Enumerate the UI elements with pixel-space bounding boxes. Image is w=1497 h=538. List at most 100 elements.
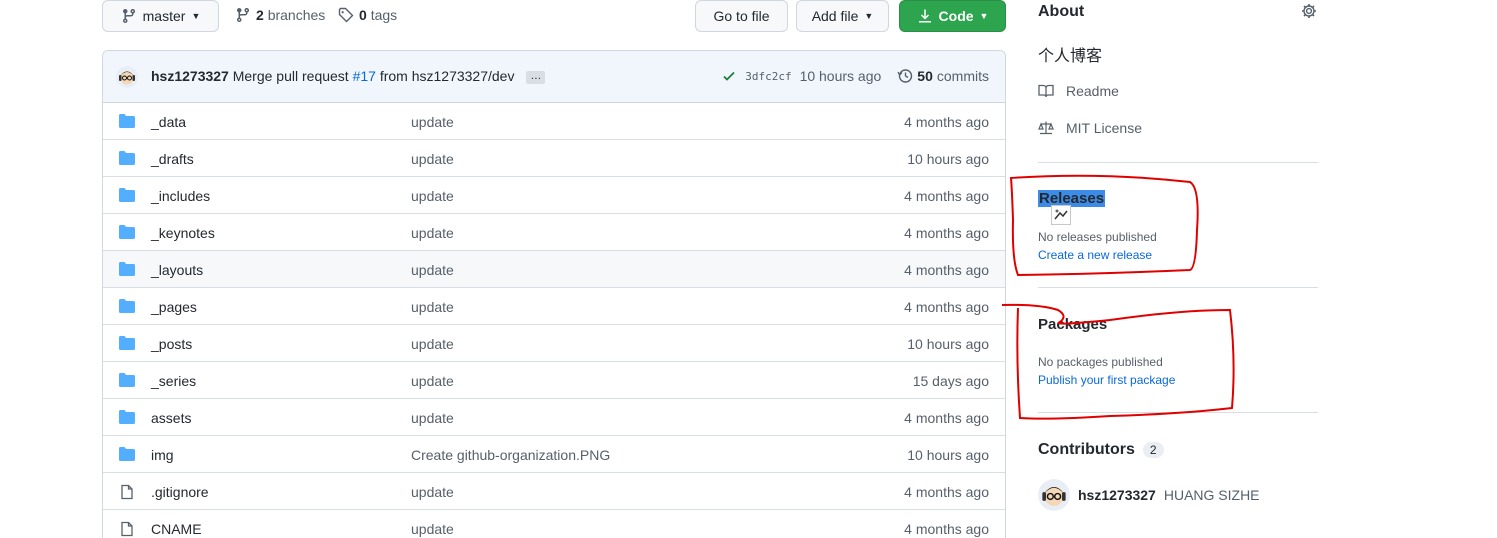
table-row[interactable]: img Create github-organization.PNG 10 hour…	[103, 436, 1005, 473]
contributor-login[interactable]: hsz1273327	[1078, 487, 1156, 503]
git-branch-icon	[236, 8, 249, 23]
commit-age: 4 months ago	[904, 484, 989, 500]
table-row[interactable]: _includes update 4 months ago	[103, 177, 1005, 214]
file-name-link[interactable]: _pages	[151, 299, 197, 315]
table-row[interactable]: assets update 4 months ago	[103, 399, 1005, 436]
commit-age: 4 months ago	[904, 225, 989, 241]
file-rows: _data update 4 months ago _drafts update 10 h…	[103, 103, 1005, 538]
commit-message-link[interactable]: update	[411, 114, 454, 130]
check-icon	[723, 71, 735, 81]
commits-link[interactable]: 50 commits	[897, 68, 989, 84]
folder-icon	[119, 225, 135, 239]
file-name-link[interactable]: _keynotes	[151, 225, 215, 241]
table-row[interactable]: .gitignore update 4 months ago	[103, 473, 1005, 510]
file-name-link[interactable]: img	[151, 447, 174, 463]
license-label: MIT License	[1066, 120, 1142, 136]
avatar[interactable]	[1038, 479, 1070, 511]
commit-message-prefix[interactable]: Merge pull request	[233, 68, 349, 84]
tags-link[interactable]: 0 tags	[338, 7, 397, 23]
commit-message-link[interactable]: Create github-organization.PNG	[411, 447, 610, 463]
pull-request-link[interactable]: #17	[353, 68, 376, 84]
go-to-file-button[interactable]: Go to file	[695, 0, 788, 32]
commit-message-link[interactable]: update	[411, 299, 454, 315]
law-icon	[1038, 121, 1054, 135]
file-name-link[interactable]: _data	[151, 114, 186, 130]
packages-heading[interactable]: Packages	[1038, 316, 1107, 333]
expand-commit-button[interactable]: …	[526, 70, 546, 84]
table-row[interactable]: _drafts update 10 hours ago	[103, 140, 1005, 177]
commit-author[interactable]: hsz1273327	[151, 68, 229, 84]
folder-icon	[119, 188, 135, 202]
file-name-link[interactable]: _includes	[151, 188, 210, 204]
add-file-button[interactable]: Add file ▼	[796, 0, 889, 32]
folder-icon	[119, 336, 135, 350]
file-name-link[interactable]: assets	[151, 410, 191, 426]
file-name-link[interactable]: _series	[151, 373, 196, 389]
no-releases-text: No releases published	[1038, 230, 1157, 244]
tags-label: tags	[370, 7, 398, 23]
table-row[interactable]: _posts update 10 hours ago	[103, 325, 1005, 362]
commit-message-link[interactable]: update	[411, 410, 454, 426]
branches-link[interactable]: 2 branches	[235, 7, 325, 23]
branches-count: 2	[256, 7, 264, 23]
commit-age: 4 months ago	[904, 188, 989, 204]
file-name-link[interactable]: CNAME	[151, 521, 202, 537]
divider	[1038, 287, 1318, 288]
table-row[interactable]: _keynotes update 4 months ago	[103, 214, 1005, 251]
commit-message-link[interactable]: update	[411, 262, 454, 278]
folder-icon	[119, 114, 135, 128]
tag-icon	[338, 7, 354, 23]
commit-message-suffix[interactable]: from hsz1273327/dev	[380, 68, 515, 84]
commit-message-link[interactable]: update	[411, 373, 454, 389]
commit-age: 10 hours ago	[907, 336, 989, 352]
file-name-link[interactable]: _drafts	[151, 151, 194, 167]
commit-message-link[interactable]: update	[411, 484, 454, 500]
file-icon	[119, 484, 135, 500]
commit-sha[interactable]: 3dfc2cf	[745, 70, 791, 83]
gear-icon[interactable]	[1301, 3, 1317, 22]
license-link[interactable]: MIT License	[1038, 120, 1142, 136]
commit-message-link[interactable]: update	[411, 188, 454, 204]
contributors-heading[interactable]: Contributors 2	[1038, 441, 1164, 459]
download-icon	[918, 9, 931, 23]
chevron-down-icon: ▼	[864, 11, 874, 21]
commit-age: 4 months ago	[904, 114, 989, 130]
table-row[interactable]: _layouts update 4 months ago	[103, 251, 1005, 288]
branch-select-button[interactable]: master ▼	[102, 0, 219, 32]
table-row[interactable]: _data update 4 months ago	[103, 103, 1005, 140]
table-row[interactable]: _series update 15 days ago	[103, 362, 1005, 399]
commit-age: 10 hours ago	[907, 151, 989, 167]
go-to-file-label: Go to file	[713, 8, 770, 24]
add-file-label: Add file	[811, 8, 859, 24]
divider	[1038, 412, 1318, 413]
contributor-item[interactable]: hsz1273327 HUANG SIZHE	[1038, 479, 1260, 511]
history-icon	[897, 69, 913, 83]
divider	[1038, 162, 1318, 163]
commit-age: 4 months ago	[904, 521, 989, 537]
commit-message-link[interactable]: update	[411, 521, 454, 537]
releases-heading[interactable]: Releases	[1038, 190, 1106, 207]
file-name-link[interactable]: _layouts	[151, 262, 203, 278]
commit-message-link[interactable]: update	[411, 336, 454, 352]
folder-icon	[119, 447, 135, 461]
table-row[interactable]: _pages update 4 months ago	[103, 288, 1005, 325]
readme-label: Readme	[1066, 83, 1119, 99]
publish-package-link[interactable]: Publish your first package	[1038, 373, 1175, 387]
contributor-name: HUANG SIZHE	[1163, 487, 1260, 503]
repo-toolbar: master ▼ 2 branches 0 tags Go to file Ad…	[102, 0, 1006, 32]
readme-link[interactable]: Readme	[1038, 83, 1119, 99]
commit-message-link[interactable]: update	[411, 151, 454, 167]
commit-message-link[interactable]: update	[411, 225, 454, 241]
contributors-count: 2	[1142, 442, 1164, 458]
avatar[interactable]	[116, 66, 138, 88]
create-release-link[interactable]: Create a new release	[1038, 248, 1152, 262]
commit-age: 15 days ago	[912, 373, 989, 389]
file-name-link[interactable]: _posts	[151, 336, 192, 352]
no-packages-text: No packages published	[1038, 355, 1163, 369]
table-row[interactable]: CNAME update 4 months ago	[103, 510, 1005, 538]
folder-icon	[119, 262, 135, 276]
file-icon	[119, 521, 135, 537]
code-button[interactable]: Code ▼	[899, 0, 1006, 32]
file-name-link[interactable]: .gitignore	[151, 484, 209, 500]
about-heading: About	[1038, 3, 1085, 20]
